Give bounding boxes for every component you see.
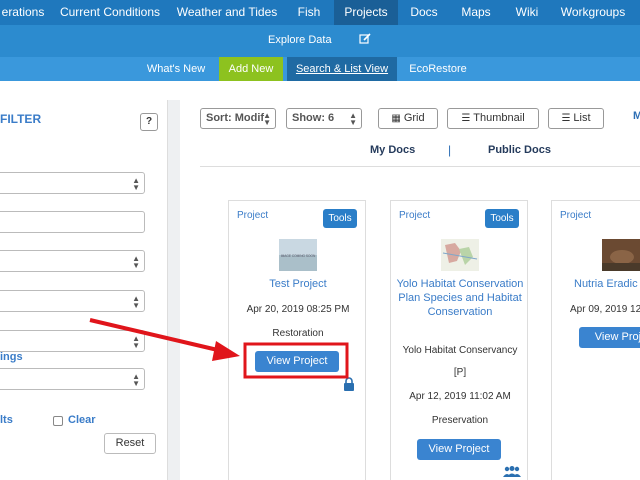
more-link[interactable]: M [633,110,640,122]
filter-select-4[interactable]: ▲ ▼ [0,330,145,352]
subnav-add-new[interactable]: Add New [219,57,283,81]
explore-data-link[interactable]: Explore Data [268,34,332,46]
subnav-ecorestore[interactable]: EcoRestore [403,57,473,81]
grid-icon: ▦ [391,113,401,124]
clear-checkbox[interactable] [53,416,63,426]
nav-weather-tides[interactable]: Weather and Tides [174,0,280,25]
card-title[interactable]: Yolo Habitat Conservation Plan Species a… [395,277,525,319]
sort-select[interactable]: Sort: Modif ▲ ▼ [200,108,276,129]
project-thumbnail[interactable]: IMAGE COMING SOON [279,239,317,271]
filter-title: FILTER [0,112,42,126]
svg-text:IMAGE COMING SOON: IMAGE COMING SOON [281,254,316,258]
list-view-button[interactable]: ☰ List [548,108,604,129]
tools-button[interactable]: Tools [485,209,519,228]
card-date: Apr 20, 2019 08:25 PM [246,304,350,315]
card-tag: [P] [453,367,467,378]
card-category: Preservation [431,415,489,426]
nav-docs[interactable]: Docs [402,0,446,25]
filter-panel: FILTER ? ▲ ▼ ▲ ▼ ▲ ▼ ▲ ▼ ings ▲ ▼ lts Clear R… [0,100,168,480]
nav-projects[interactable]: Projects [334,0,398,25]
project-thumbnail[interactable] [441,239,479,271]
grid-view-button[interactable]: ▦ Grid [378,108,438,129]
panel-gutter [168,100,180,480]
card-title[interactable]: Nutria Eradic [574,277,640,291]
filter-select-1[interactable]: ▲ ▼ [0,172,145,194]
project-card-3: Project Nutria Eradic Apr 09, 2019 12 Vi… [551,200,640,480]
thumbnail-view-button[interactable]: ☰ Thumbnail [447,108,539,129]
card-type: Project [237,210,269,221]
card-category: Restoration [272,328,324,339]
results-area: Sort: Modif ▲ ▼ Show: 6 ▲ ▼ ▦ Grid ☰ Thumbnail… [180,100,640,480]
view-project-button[interactable]: View Proje [579,327,640,348]
list-icon: ☰ [561,113,571,124]
results-label[interactable]: lts [0,414,13,426]
main-nav: erations Current Conditions Weather and … [0,0,640,25]
card-type: Project [399,210,431,221]
sub-nav: What's New Add New Search & List View Ec… [0,57,640,81]
secondary-nav: Explore Data [0,25,640,57]
card-date: Apr 09, 2019 12 [570,304,640,315]
filter-text-input[interactable] [0,211,145,233]
select-caret-icon: ▲ ▼ [263,111,271,127]
tools-button[interactable]: Tools [323,209,357,228]
lock-icon [344,377,354,391]
select-caret-icon: ▲ ▼ [132,334,140,350]
card-date: Apr 12, 2019 11:02 AM [409,391,511,402]
tab-my-docs[interactable]: My Docs [370,144,415,156]
card-organization: Yolo Habitat Conservancy [402,345,518,356]
select-caret-icon: ▲ ▼ [132,372,140,388]
edit-icon[interactable] [359,33,371,45]
select-caret-icon: ▲ ▼ [132,176,140,192]
nav-workgroups[interactable]: Workgroups [556,0,630,25]
project-card-2: Project Tools Yolo Habitat Conservation … [390,200,528,480]
select-caret-icon: ▲ ▼ [132,294,140,310]
show-select[interactable]: Show: 6 ▲ ▼ [286,108,362,129]
group-icon [503,466,521,477]
project-thumbnail[interactable] [602,239,640,271]
tags-label: ings [0,351,23,363]
subnav-whats-new[interactable]: What's New [140,57,212,81]
help-button[interactable]: ? [140,113,158,131]
filter-select-2[interactable]: ▲ ▼ [0,250,145,272]
app-root: erations Current Conditions Weather and … [0,0,640,480]
select-caret-icon: ▲ ▼ [349,111,357,127]
nav-maps[interactable]: Maps [454,0,498,25]
thumbnail-list-icon: ☰ [461,113,471,124]
reset-button[interactable]: Reset [104,433,156,454]
tab-divider [200,166,640,167]
view-project-button[interactable]: View Project [255,351,339,372]
nav-fish[interactable]: Fish [290,0,328,25]
card-title[interactable]: Test Project [233,277,363,291]
filter-select-3[interactable]: ▲ ▼ [0,290,145,312]
tab-separator: | [448,143,452,157]
filter-select-5[interactable]: ▲ ▼ [0,368,145,390]
clear-label[interactable]: Clear [68,414,96,426]
nav-wiki[interactable]: Wiki [508,0,546,25]
nav-operations[interactable]: erations [0,0,46,25]
subnav-search-list-view[interactable]: Search & List View [287,57,397,81]
project-card-1: Project Tools IMAGE COMING SOON Test Pro… [228,200,366,480]
nav-current-conditions[interactable]: Current Conditions [56,0,164,25]
card-type: Project [560,210,592,221]
tab-public-docs[interactable]: Public Docs [488,144,551,156]
select-caret-icon: ▲ ▼ [132,254,140,270]
view-project-button[interactable]: View Project [417,439,501,460]
